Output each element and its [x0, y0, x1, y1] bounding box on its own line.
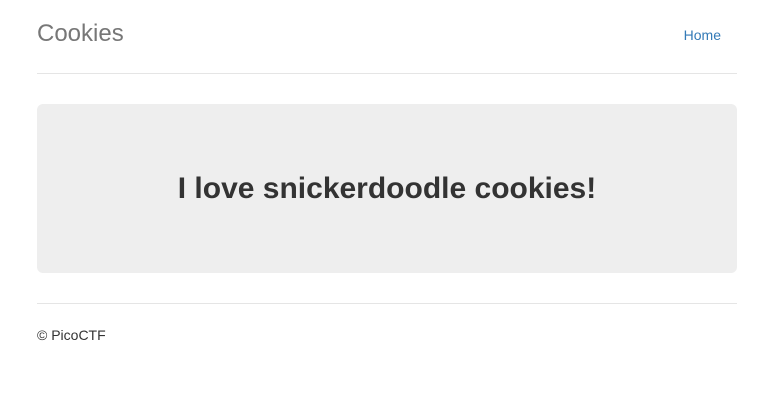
site-footer: © PicoCTF	[37, 303, 737, 345]
nav-item-home: Home	[668, 25, 737, 45]
site-header: Cookies Home	[37, 0, 737, 74]
footer-copyright: © PicoCTF	[37, 327, 106, 343]
nav-bar: Home	[668, 25, 737, 45]
nav-link-home[interactable]: Home	[668, 25, 737, 45]
page-headline: I love snickerdoodle cookies!	[177, 171, 597, 205]
site-title: Cookies	[37, 20, 124, 47]
jumbotron: I love snickerdoodle cookies!	[37, 104, 737, 273]
page-container: Cookies Home I love snickerdoodle cookie…	[37, 0, 737, 345]
